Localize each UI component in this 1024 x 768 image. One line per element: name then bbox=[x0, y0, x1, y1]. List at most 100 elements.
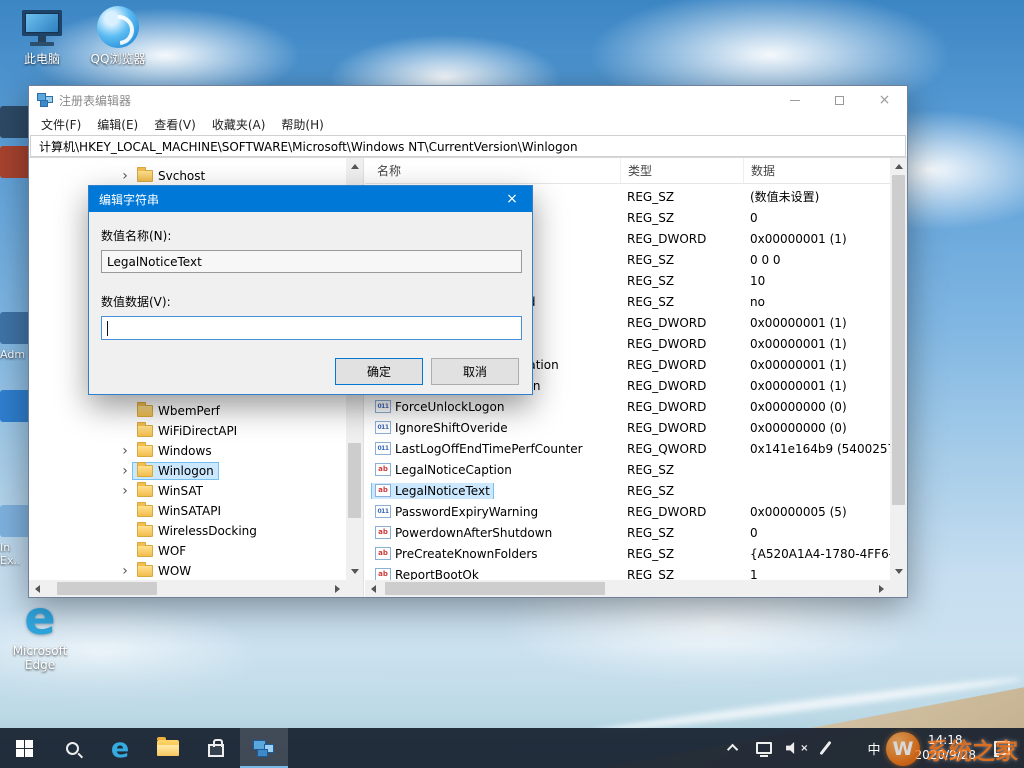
taskbar-edge-button[interactable]: e bbox=[96, 728, 144, 768]
chevron-right-icon[interactable]: › bbox=[117, 167, 133, 185]
value-type: REG_DWORD bbox=[620, 232, 743, 246]
mute-x-icon: × bbox=[800, 743, 808, 754]
values-horizontal-scrollbar[interactable] bbox=[365, 580, 890, 597]
tree-item-WOW[interactable]: ›WOW bbox=[29, 561, 363, 581]
value-name-wrap: abLegalNoticeText bbox=[372, 483, 493, 499]
scrollbar-thumb[interactable] bbox=[348, 443, 361, 518]
network-icon[interactable] bbox=[756, 742, 772, 754]
folder-icon bbox=[137, 425, 153, 437]
tree-item-WirelessDocking[interactable]: WirelessDocking bbox=[29, 521, 363, 541]
desktop-icon-partial[interactable]: In Ex.. bbox=[0, 505, 30, 567]
registry-value-row[interactable]: abLegalNoticeTextREG_SZ bbox=[365, 480, 890, 501]
scroll-down-arrow[interactable] bbox=[346, 563, 363, 580]
taskbar-file-explorer-button[interactable] bbox=[144, 728, 192, 768]
value-name: LegalNoticeText bbox=[395, 484, 490, 498]
close-button[interactable]: × bbox=[862, 86, 907, 114]
minimize-button[interactable] bbox=[772, 86, 817, 114]
action-center-icon[interactable] bbox=[994, 741, 1010, 755]
value-type: REG_SZ bbox=[620, 463, 743, 477]
tree-item-WbemPerf[interactable]: WbemPerf bbox=[29, 401, 363, 421]
chevron-right-icon[interactable]: › bbox=[117, 562, 133, 580]
tree-item-WiFiDirectAPI[interactable]: WiFiDirectAPI bbox=[29, 421, 363, 441]
address-bar bbox=[29, 135, 907, 158]
column-header-name[interactable]: 名称 bbox=[365, 162, 620, 179]
scroll-down-arrow[interactable] bbox=[890, 563, 907, 580]
desktop-icon-partial[interactable] bbox=[0, 390, 30, 426]
chevron-right-icon[interactable]: › bbox=[117, 442, 133, 460]
taskbar-clock[interactable]: 14:18 2020/9/28 bbox=[914, 733, 976, 763]
system-tray: × 中 14:18 2020/9/28 bbox=[730, 728, 1024, 768]
scrollbar-thumb[interactable] bbox=[57, 582, 157, 595]
folder-icon bbox=[137, 545, 153, 557]
dialog-titlebar[interactable]: 编辑字符串 × bbox=[89, 186, 532, 212]
value-name-cell: abLegalNoticeText bbox=[365, 483, 620, 499]
windows-ink-pen-icon[interactable] bbox=[820, 741, 832, 755]
address-input[interactable] bbox=[30, 135, 906, 157]
menu-view[interactable]: 查看(V) bbox=[146, 114, 204, 135]
window-titlebar[interactable]: 注册表编辑器 × bbox=[29, 86, 907, 114]
desktop-icon-this-pc[interactable]: 此电脑 bbox=[6, 8, 78, 66]
start-button[interactable] bbox=[0, 728, 48, 768]
desktop-icon-partial[interactable] bbox=[0, 146, 30, 182]
desktop-icon-partial[interactable] bbox=[0, 106, 30, 142]
tree-item-WinSAT[interactable]: ›WinSAT bbox=[29, 481, 363, 501]
tree-item-Winlogon[interactable]: ›Winlogon bbox=[29, 461, 363, 481]
menu-help[interactable]: 帮助(H) bbox=[273, 114, 331, 135]
registry-value-row[interactable]: 011ForceUnlockLogonREG_DWORD0x00000000 (… bbox=[365, 396, 890, 417]
show-hidden-icons-chevron-icon[interactable] bbox=[727, 744, 738, 755]
desktop-icon-qq-browser[interactable]: QQ浏览器 bbox=[82, 6, 154, 66]
scroll-up-arrow[interactable] bbox=[890, 158, 907, 175]
value-name: PreCreateKnownFolders bbox=[395, 547, 538, 561]
value-name-cell: 011LastLogOffEndTimePerfCounter bbox=[365, 441, 620, 457]
folder-icon bbox=[137, 565, 153, 577]
taskbar-regedit-button[interactable] bbox=[240, 728, 288, 768]
menu-edit[interactable]: 编辑(E) bbox=[89, 114, 146, 135]
menu-favorites[interactable]: 收藏夹(A) bbox=[204, 114, 274, 135]
dword-value-icon: 011 bbox=[375, 442, 391, 455]
volume-muted-icon[interactable]: × bbox=[786, 742, 808, 755]
tree-item-WinSATAPI[interactable]: WinSATAPI bbox=[29, 501, 363, 521]
desktop-icon-microsoft-edge[interactable]: e Microsoft Edge bbox=[2, 596, 78, 672]
registry-value-row[interactable]: 011PasswordExpiryWarningREG_DWORD0x00000… bbox=[365, 501, 890, 522]
registry-value-row[interactable]: abPreCreateKnownFoldersREG_SZ{A520A1A4-1… bbox=[365, 543, 890, 564]
value-type: REG_DWORD bbox=[620, 505, 743, 519]
registry-value-row[interactable]: 011IgnoreShiftOverideREG_DWORD0x00000000… bbox=[365, 417, 890, 438]
value-name-input[interactable] bbox=[101, 250, 522, 273]
scroll-right-arrow[interactable] bbox=[329, 580, 346, 597]
maximize-button[interactable] bbox=[817, 86, 862, 114]
value-data-input[interactable] bbox=[101, 316, 522, 340]
registry-value-row[interactable]: abLegalNoticeCaptionREG_SZ bbox=[365, 459, 890, 480]
scrollbar-thumb[interactable] bbox=[385, 582, 605, 595]
menu-bar: 文件(F)编辑(E)查看(V)收藏夹(A)帮助(H) bbox=[29, 114, 907, 135]
column-header-type[interactable]: 类型 bbox=[620, 158, 743, 183]
desktop-icon-partial[interactable]: Adm bbox=[0, 312, 30, 361]
values-vertical-scrollbar[interactable] bbox=[890, 158, 907, 580]
taskbar-store-button[interactable] bbox=[192, 728, 240, 768]
registry-value-row[interactable]: abPowerdownAfterShutdownREG_SZ0 bbox=[365, 522, 890, 543]
scroll-left-arrow[interactable] bbox=[365, 580, 382, 597]
cancel-button[interactable]: 取消 bbox=[431, 358, 519, 385]
value-name: ForceUnlockLogon bbox=[395, 400, 504, 414]
ok-button[interactable]: 确定 bbox=[335, 358, 423, 385]
tree-horizontal-scrollbar[interactable] bbox=[29, 580, 346, 597]
registry-value-row[interactable]: abReportBootOkREG_SZ1 bbox=[365, 564, 890, 580]
desktop-icon-label: Microsoft Edge bbox=[8, 644, 72, 672]
tree-item-WOF[interactable]: WOF bbox=[29, 541, 363, 561]
scrollbar-thumb[interactable] bbox=[892, 175, 905, 505]
value-data: {A520A1A4-1780-4FF6-BD... bbox=[743, 547, 890, 561]
scroll-left-arrow[interactable] bbox=[29, 580, 46, 597]
value-type: REG_SZ bbox=[620, 253, 743, 267]
chevron-right-icon[interactable]: › bbox=[117, 482, 133, 500]
taskbar-search-button[interactable] bbox=[48, 728, 96, 768]
value-type: REG_DWORD bbox=[620, 400, 743, 414]
tree-item-Svchost[interactable]: ›Svchost bbox=[29, 166, 363, 186]
scroll-up-arrow[interactable] bbox=[346, 158, 363, 175]
scroll-right-arrow[interactable] bbox=[873, 580, 890, 597]
ime-indicator[interactable]: 中 bbox=[867, 739, 880, 758]
column-header-data[interactable]: 数据 bbox=[743, 158, 907, 183]
menu-file[interactable]: 文件(F) bbox=[33, 114, 89, 135]
chevron-right-icon[interactable]: › bbox=[117, 462, 133, 480]
tree-item-Windows[interactable]: ›Windows bbox=[29, 441, 363, 461]
dialog-close-button[interactable]: × bbox=[492, 186, 532, 212]
registry-value-row[interactable]: 011LastLogOffEndTimePerfCounterREG_QWORD… bbox=[365, 438, 890, 459]
